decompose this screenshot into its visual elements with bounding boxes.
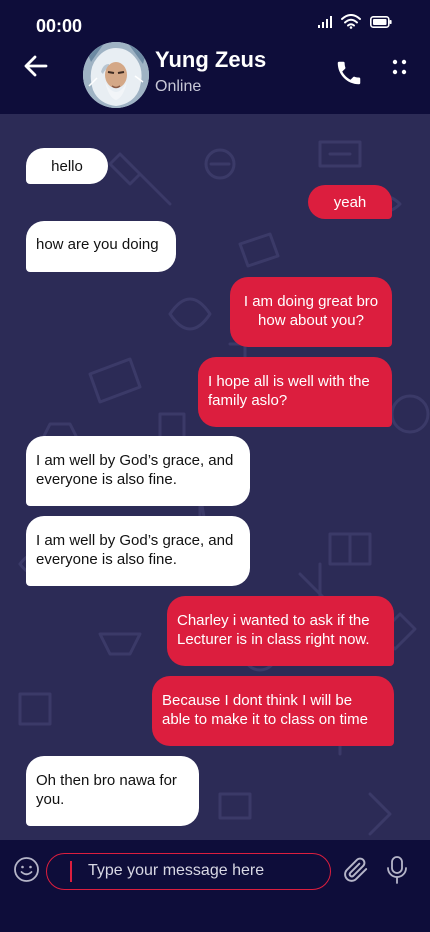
smiley-icon: [14, 857, 39, 882]
wifi-icon: [341, 14, 361, 29]
contact-avatar[interactable]: [83, 42, 149, 108]
message-bubble-incoming[interactable]: I am well by God’s grace, and everyone i…: [26, 436, 250, 506]
dots-menu-icon: [392, 59, 407, 75]
chat-header: Yung Zeus Online: [0, 40, 430, 114]
message-bubble-incoming[interactable]: how are you doing: [26, 221, 176, 272]
contact-status: Online: [155, 78, 202, 95]
text-cursor: [70, 861, 72, 882]
microphone-icon: [387, 856, 407, 884]
message-bubble-incoming[interactable]: hello: [26, 148, 108, 184]
message-list[interactable]: hello yeah how are you doing I am doing …: [0, 114, 430, 840]
message-composer: [0, 840, 430, 902]
message-input-box[interactable]: [46, 853, 331, 890]
phone-icon: [337, 61, 361, 85]
message-bubble-outgoing[interactable]: I am doing great bro how about you?: [230, 277, 392, 347]
message-bubble-outgoing[interactable]: yeah: [308, 185, 392, 219]
message-bubble-outgoing[interactable]: Charley i wanted to ask if the Lecturer …: [167, 596, 394, 666]
contact-name: Yung Zeus: [155, 47, 267, 72]
status-icons: [318, 14, 392, 29]
emoji-button[interactable]: [13, 856, 40, 883]
message-bubble-incoming[interactable]: I am well by God’s grace, and everyone i…: [26, 516, 250, 586]
bottom-safe-area: [0, 902, 430, 932]
paperclip-icon: [344, 857, 368, 882]
message-bubble-outgoing[interactable]: I hope all is well with the family aslo?: [198, 357, 392, 427]
message-bubble-outgoing[interactable]: Because I dont think I will be able to m…: [152, 676, 394, 746]
status-time: 00:00: [36, 16, 83, 36]
attach-button[interactable]: [343, 856, 369, 884]
arrow-left-icon: [24, 55, 48, 77]
menu-button[interactable]: [392, 58, 408, 78]
status-bar: 00:00: [0, 0, 430, 44]
back-button[interactable]: [20, 50, 52, 82]
chat-screen: 00:00 Yung Zeus Online hello yeah how ar…: [0, 0, 430, 932]
battery-icon: [370, 15, 392, 28]
signal-icon: [318, 15, 332, 28]
message-bubble-incoming[interactable]: Oh then bro nawa for you.: [26, 756, 199, 826]
call-button[interactable]: [334, 58, 364, 88]
message-input[interactable]: [88, 854, 323, 888]
microphone-button[interactable]: [386, 855, 408, 885]
avatar-image: [83, 42, 149, 108]
